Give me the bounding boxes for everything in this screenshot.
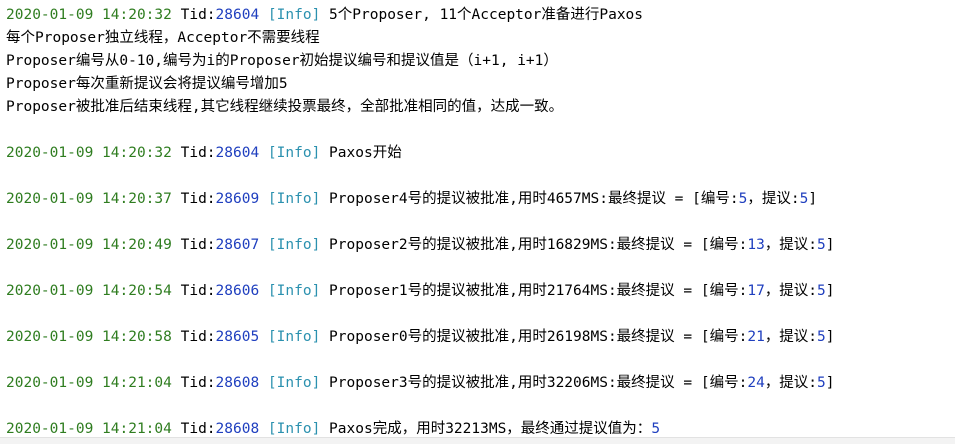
log-timestamp: 2020-01-09 14:21:04 bbox=[6, 421, 172, 437]
intro-line: Proposer编号从0-10,编号为i的Proposer初始提议编号和提议值是… bbox=[6, 53, 558, 69]
log-message: Proposer4号的提议被批准,用时4657MS:最终提议 = [编号: bbox=[329, 191, 739, 207]
log-timestamp: 2020-01-09 14:20:58 bbox=[6, 329, 172, 345]
tid-value: 28608 bbox=[215, 375, 260, 391]
proposal-number: 24 bbox=[747, 375, 765, 391]
tid-value: 28607 bbox=[215, 237, 260, 253]
log-message: Proposer0号的提议被批准,用时26198MS:最终提议 = [编号: bbox=[329, 329, 748, 345]
log-message: Paxos开始 bbox=[329, 145, 402, 161]
proposal-value: 5 bbox=[817, 283, 826, 299]
tid-value: 28605 bbox=[215, 329, 260, 345]
log-level: [Info] bbox=[267, 191, 321, 207]
log-line-approval: 2020-01-09 14:21:04 Tid:28608 [Info] Pro… bbox=[6, 372, 955, 395]
log-message: Proposer2号的提议被批准,用时16829MS:最终提议 = [编号: bbox=[329, 237, 748, 253]
log-level: [Info] bbox=[267, 421, 321, 437]
log-message-mid: ，提议: bbox=[764, 237, 818, 253]
log-message-suffix: ] bbox=[808, 191, 818, 207]
log-message: 5个Proposer, 11个Acceptor准备进行Paxos bbox=[329, 7, 644, 23]
log-level: [Info] bbox=[267, 283, 321, 299]
log-message-suffix: ] bbox=[825, 283, 835, 299]
log-message-suffix: ] bbox=[825, 237, 835, 253]
tid-value: 28608 bbox=[215, 421, 260, 437]
tid-label: Tid: bbox=[180, 421, 216, 437]
log-message-mid: ，提议: bbox=[764, 283, 818, 299]
tid-value: 28604 bbox=[215, 7, 260, 23]
final-value: 5 bbox=[651, 421, 661, 437]
horizontal-scrollbar[interactable] bbox=[0, 437, 955, 444]
log-timestamp: 2020-01-09 14:20:37 bbox=[6, 191, 172, 207]
proposal-number: 17 bbox=[747, 283, 765, 299]
intro-line: Proposer被批准后结束线程,其它线程继续投票最终，全部批准相同的值，达成一… bbox=[6, 99, 564, 115]
tid-value: 28606 bbox=[215, 283, 260, 299]
log-level: [Info] bbox=[267, 375, 321, 391]
log-timestamp: 2020-01-09 14:20:49 bbox=[6, 237, 172, 253]
log-level: [Info] bbox=[267, 237, 321, 253]
console-output: 2020-01-09 14:20:32 Tid:28604 [Info] 5个P… bbox=[0, 0, 955, 444]
log-line-header: 2020-01-09 14:20:32 Tid:28604 [Info] 5个P… bbox=[6, 4, 955, 27]
proposal-value: 5 bbox=[799, 191, 809, 207]
log-line-approval: 2020-01-09 14:20:54 Tid:28606 [Info] Pro… bbox=[6, 280, 955, 303]
tid-label: Tid: bbox=[180, 329, 216, 345]
log-level: [Info] bbox=[267, 145, 321, 161]
log-message-mid: ，提议: bbox=[764, 329, 818, 345]
log-level: [Info] bbox=[267, 7, 321, 23]
tid-value: 28604 bbox=[215, 145, 260, 161]
log-message-mid: ，提议: bbox=[747, 191, 800, 207]
tid-label: Tid: bbox=[180, 7, 216, 23]
tid-label: Tid: bbox=[180, 375, 216, 391]
log-timestamp: 2020-01-09 14:20:54 bbox=[6, 283, 172, 299]
log-timestamp: 2020-01-09 14:20:32 bbox=[6, 145, 172, 161]
intro-line: Proposer每次重新提议会将提议编号增加5 bbox=[6, 76, 288, 92]
tid-label: Tid: bbox=[180, 191, 216, 207]
proposal-value: 5 bbox=[817, 237, 826, 253]
log-message-mid: ，提议: bbox=[764, 375, 818, 391]
log-message: Proposer1号的提议被批准,用时21764MS:最终提议 = [编号: bbox=[329, 283, 748, 299]
proposal-number: 21 bbox=[747, 329, 765, 345]
proposal-value: 5 bbox=[817, 329, 826, 345]
log-message-suffix: ] bbox=[825, 329, 835, 345]
log-timestamp: 2020-01-09 14:20:32 bbox=[6, 7, 172, 23]
log-timestamp: 2020-01-09 14:21:04 bbox=[6, 375, 172, 391]
log-level: [Info] bbox=[267, 329, 321, 345]
tid-label: Tid: bbox=[180, 283, 216, 299]
proposal-number: 13 bbox=[747, 237, 765, 253]
log-line-approval: 2020-01-09 14:20:58 Tid:28605 [Info] Pro… bbox=[6, 326, 955, 349]
tid-label: Tid: bbox=[180, 145, 216, 161]
log-line-start: 2020-01-09 14:20:32 Tid:28604 [Info] Pax… bbox=[6, 142, 955, 165]
intro-line: 每个Proposer独立线程，Acceptor不需要线程 bbox=[6, 30, 320, 46]
tid-value: 28609 bbox=[215, 191, 260, 207]
log-message: Proposer3号的提议被批准,用时32206MS:最终提议 = [编号: bbox=[329, 375, 748, 391]
log-message: Paxos完成，用时32213MS，最终通过提议值为： bbox=[329, 421, 652, 437]
log-message-suffix: ] bbox=[825, 375, 835, 391]
log-line-approval: 2020-01-09 14:20:49 Tid:28607 [Info] Pro… bbox=[6, 234, 955, 257]
log-line-approval: 2020-01-09 14:20:37 Tid:28609 [Info] Pro… bbox=[6, 188, 955, 211]
proposal-value: 5 bbox=[817, 375, 826, 391]
tid-label: Tid: bbox=[180, 237, 216, 253]
